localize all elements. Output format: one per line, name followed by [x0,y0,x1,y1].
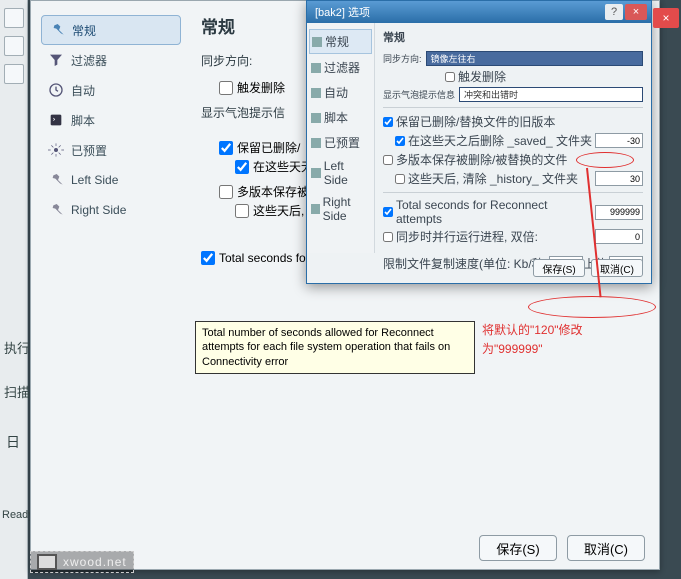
bubble-select[interactable]: 冲突和出错时 [459,87,643,102]
sidebar-item-label: 已预置 [71,142,107,159]
small-multi-cb[interactable] [383,155,393,165]
wrench-icon [48,21,66,39]
annotation-oval-999999 [576,152,634,168]
bg-scan-label: 扫描 [4,382,30,401]
small-recon-val[interactable] [595,205,643,220]
sidebar-item-script[interactable]: 脚本 [41,105,181,135]
annotation-oval-120 [528,296,656,318]
multi-ver-checkbox[interactable] [219,185,233,199]
clock-icon [47,81,65,99]
in-days-label: 在这些天无 [253,158,313,175]
reconnect-checkbox[interactable] [201,251,215,265]
small-side-auto[interactable]: 自动 [309,81,372,104]
small-keep-cb[interactable] [383,117,393,127]
bg-close-icon[interactable]: × [653,8,679,28]
wrench-left-icon [47,171,65,189]
small-bubble-label: 显示气泡提示信息 [383,88,455,101]
small-daysx-cb[interactable] [395,136,405,146]
keep-deleted-checkbox[interactable] [219,141,233,155]
sidebar-item-label: 过滤器 [71,52,107,69]
sync-dir-label: 同步方向: [201,54,252,68]
small-side-filter[interactable]: 过滤器 [309,56,372,79]
sidebar-item-label: Right Side [71,203,126,217]
bg-diary-label: 日 [6,432,20,452]
sidebar-item-auto[interactable]: 自动 [41,75,181,105]
small-limit-label: 限制文件复制速度(单位: Kb/秒) [383,255,548,272]
small-content: 常规 同步方向: 镜像左往右 触发删除 显示气泡提示信息 冲突和出错时 保留已删… [375,23,651,253]
small-hist-cb[interactable] [395,174,405,184]
options-dialog-small: [bak2] 选项 ? × 常规 过滤器 自动 脚本 已预置 Left Side… [306,0,652,284]
sidebar-item-filter[interactable]: 过滤器 [41,45,181,75]
gear-icon [47,141,65,159]
small-daysx-val[interactable] [595,133,643,148]
title-bar: [bak2] 选项 ? × [307,1,651,23]
small-save-button[interactable]: 保存(S) [533,259,585,277]
in-days-checkbox[interactable] [235,160,249,174]
small-hist-val[interactable] [595,171,643,186]
small-side-script[interactable]: 脚本 [309,106,372,129]
watermark: xwood.net [30,551,134,573]
multi-ver-label: 多版本保存被 [237,183,309,200]
small-concurrent-val[interactable] [595,229,643,244]
help-icon[interactable]: ? [605,4,623,20]
sidebar: 常规 过滤器 自动 脚本 已预置 Left Side [31,1,181,521]
days-after-checkbox[interactable] [235,204,249,218]
small-trigger-del[interactable] [445,72,455,82]
small-recon-cb[interactable] [383,207,393,217]
sync-direction-select[interactable]: 镜像左往右 [426,51,643,66]
sidebar-item-label: 常规 [72,22,96,39]
small-side-preset[interactable]: 已预置 [309,131,372,154]
show-bubble-label: 显示气泡提示信 [201,106,285,120]
small-side-left[interactable]: Left Side [309,156,372,190]
sidebar-item-label: 脚本 [71,112,95,129]
keep-deleted-label: 保留已删除/ [237,139,300,156]
trigger-delete-checkbox[interactable] [219,81,233,95]
cancel-button[interactable]: 取消(C) [567,535,645,561]
window-title: [bak2] 选项 [311,4,605,20]
small-cancel-button[interactable]: 取消(C) [591,259,643,277]
sidebar-item-right[interactable]: Right Side [41,195,181,225]
script-icon [47,111,65,129]
save-button[interactable]: 保存(S) [479,535,557,561]
sidebar-item-label: 自动 [71,82,95,99]
annotation-text: 将默认的"120"修改为"999999" [482,320,583,358]
small-concurrent-cb[interactable] [383,232,393,242]
bg-exec-label: 执行 [4,338,30,357]
funnel-icon [47,51,65,69]
sidebar-item-left[interactable]: Left Side [41,165,181,195]
sidebar-item-preset[interactable]: 已预置 [41,135,181,165]
small-side-general[interactable]: 常规 [309,29,372,54]
small-side-right[interactable]: Right Side [309,192,372,226]
small-title: 常规 [383,29,643,45]
sidebar-item-label: Left Side [71,173,118,187]
sidebar-item-general[interactable]: 常规 [41,15,181,45]
wrench-right-icon [47,201,65,219]
trigger-delete-label: 触发删除 [237,79,285,96]
small-sync-label: 同步方向: [383,52,422,65]
tooltip: Total number of seconds allowed for Reco… [195,321,475,374]
days-after-label: 这些天后, [253,202,304,219]
small-sidebar: 常规 过滤器 自动 脚本 已预置 Left Side Right Side [307,23,375,253]
close-icon[interactable]: × [625,4,647,20]
